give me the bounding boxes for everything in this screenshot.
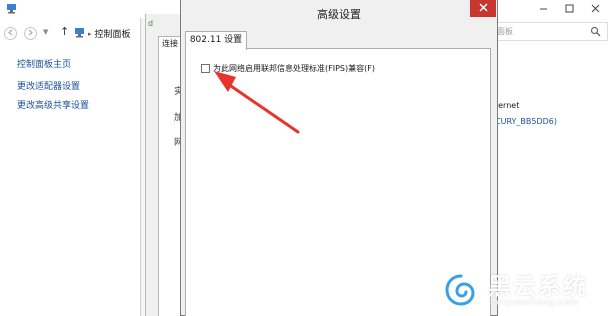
control-panel-app-icon [6, 3, 17, 17]
watermark-brand-name: 黑云系统 [488, 274, 588, 300]
address-bar[interactable]: ▸ 控制面板 [74, 25, 131, 42]
site-watermark: 黑云系统 heiyunxitong.com [441, 267, 601, 313]
heiyun-logo-icon [441, 270, 481, 310]
control-panel-sidebar: 控制面板主页 更改适配器设置 更改高级共享设置 [17, 60, 89, 120]
search-placeholder: 面板 [497, 27, 513, 36]
tab-connection[interactable]: 连接 [158, 36, 182, 50]
forward-arrow-icon [27, 29, 34, 39]
forward-button[interactable] [24, 27, 37, 40]
dialog-close-button[interactable] [470, 0, 496, 17]
breadcrumb-separator: ▸ [88, 29, 92, 38]
tab-80211-settings[interactable]: 802.11 设置 [185, 31, 247, 50]
back-arrow-icon [7, 29, 14, 39]
sidebar-item-change-adapter-settings[interactable]: 更改适配器设置 [17, 82, 89, 93]
maximize-button[interactable] [556, 0, 582, 20]
advanced-settings-titlebar[interactable]: 高级设置 [181, 0, 497, 28]
fips-option-row[interactable]: 为此网络启用联邦信息处理标准(FIPS)兼容(F) [201, 63, 375, 74]
access-type-text: ternet [495, 101, 520, 110]
wlan-connection-link[interactable]: CURY_BB5DD6) [495, 117, 557, 126]
connection-info: ternet CURY_BB5DD6) [495, 101, 557, 126]
dialog-title: 高级设置 [317, 8, 361, 21]
close-button[interactable] [582, 0, 608, 20]
close-icon [479, 3, 488, 15]
search-input[interactable]: 面板 [488, 22, 608, 41]
watermark-domain: heiyunxitong.com [490, 298, 579, 308]
minimize-button[interactable] [530, 0, 556, 20]
back-button[interactable] [4, 27, 17, 40]
up-arrow-icon[interactable]: ↑ [60, 25, 69, 38]
fips-checkbox-label[interactable]: 为此网络启用联邦信息处理标准(FIPS)兼容(F) [213, 63, 375, 74]
search-icon[interactable] [590, 26, 601, 40]
control-panel-window-controls [530, 0, 608, 20]
minimize-icon [539, 4, 548, 16]
status-dialog-title: d [148, 19, 154, 28]
recent-locations-chevron-icon[interactable]: ▼ [43, 28, 48, 36]
breadcrumb-control-panel[interactable]: 控制面板 [95, 27, 131, 40]
sidebar-home-link[interactable]: 控制面板主页 [17, 60, 89, 71]
close-icon [591, 4, 600, 16]
sidebar-item-change-advanced-sharing[interactable]: 更改高级共享设置 [17, 101, 89, 112]
control-panel-icon [74, 27, 85, 41]
maximize-icon [565, 4, 574, 16]
fips-checkbox[interactable] [201, 64, 210, 73]
